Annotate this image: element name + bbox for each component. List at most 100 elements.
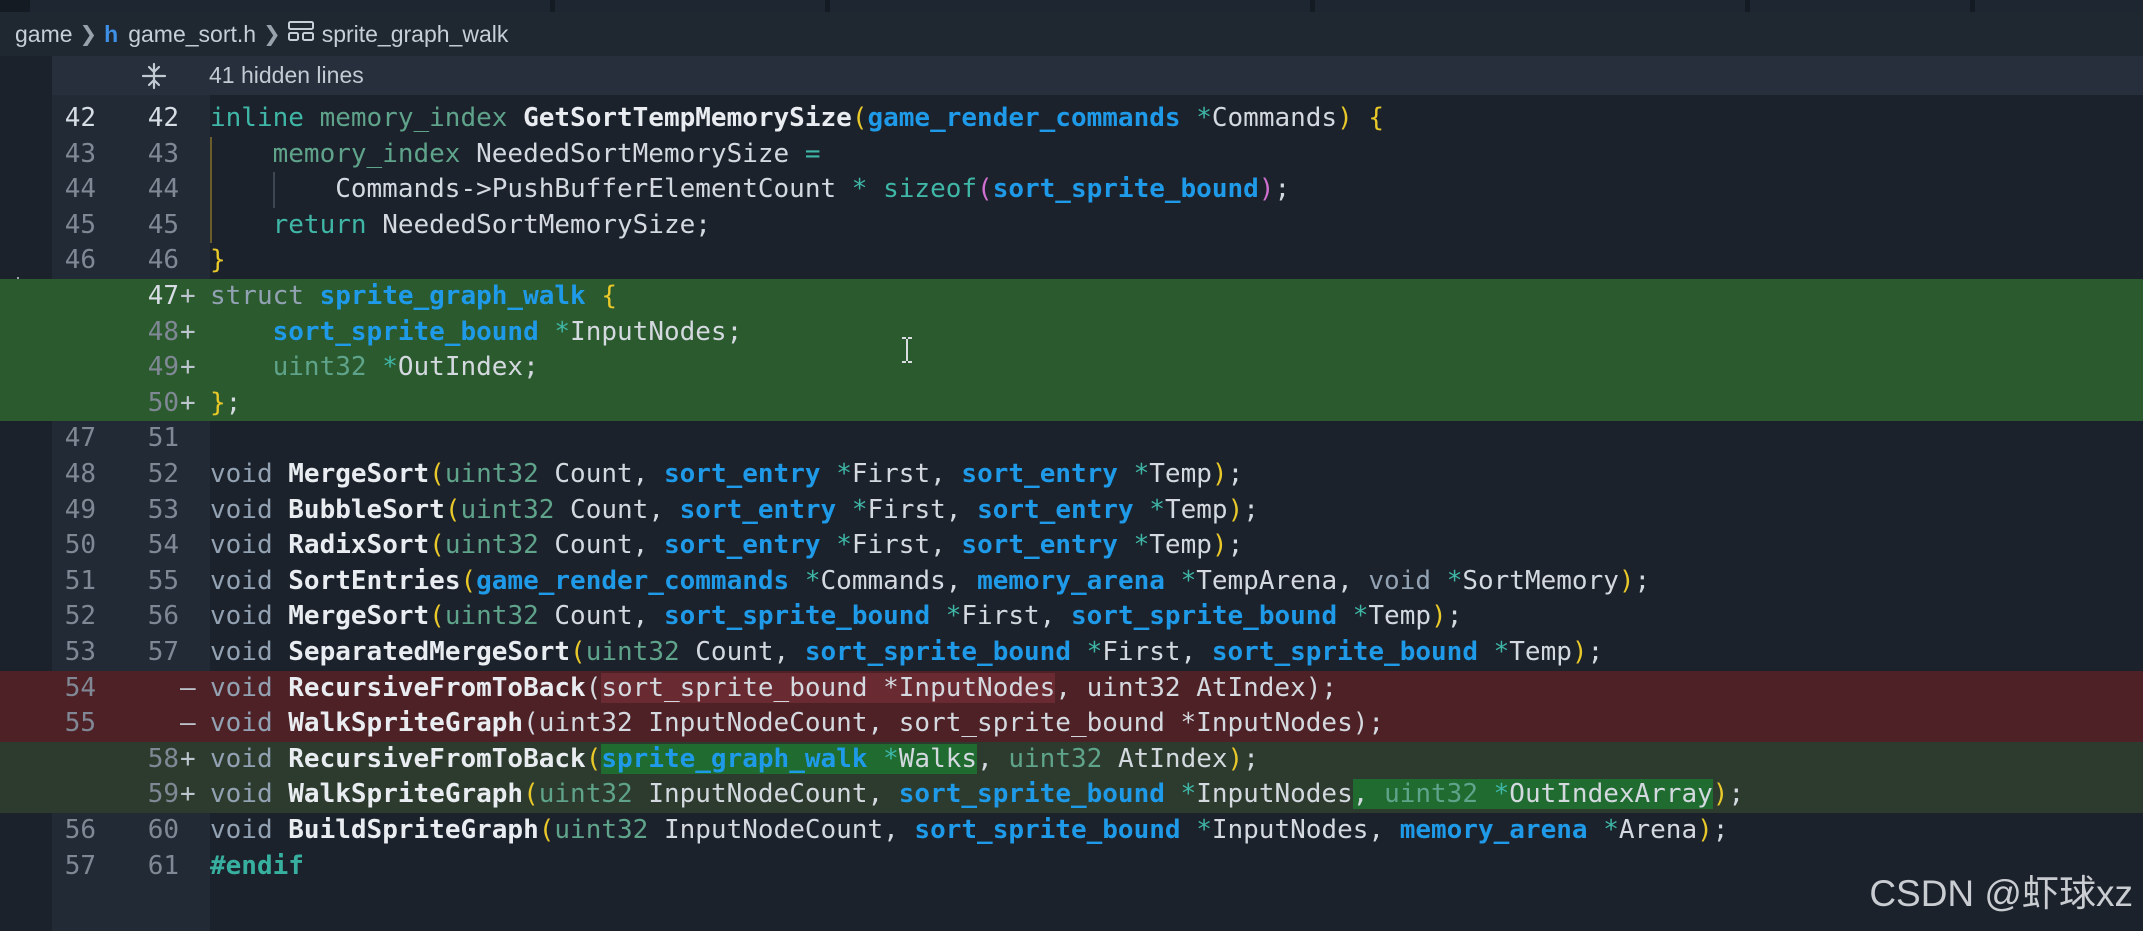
code-line[interactable]: 51 55 void SortEntries(game_render_command… (0, 564, 2143, 600)
code-token: sort_sprite_bound (914, 815, 1181, 845)
deleted-line[interactable]: 54 — void RecursiveFromToBack(sort_sprite_… (0, 670, 2143, 707)
code-text[interactable]: void MergeSort(uint32 Count, sort_entry … (210, 457, 1243, 493)
code-text[interactable]: Commands->PushBufferElementCount * sizeo… (210, 172, 1290, 208)
code-token: uint32 (538, 779, 633, 810)
old-line-number: 53 (64, 637, 96, 667)
old-line-number: 42 (64, 103, 96, 133)
tab[interactable] (30, 0, 550, 12)
code-token: uint32 (444, 530, 539, 561)
breadcrumb-folder[interactable]: game (15, 21, 73, 48)
code-token: * (1180, 779, 1197, 810)
code-token: ; (1227, 530, 1244, 561)
code-text[interactable]: void WalkSpriteGraph(uint32 InputNodeCou… (210, 777, 1744, 813)
code-text[interactable]: void RadixSort(uint32 Count, sort_entry … (210, 528, 1243, 564)
code-line[interactable]: 45 45 return NeededSortMemorySize; (0, 207, 2143, 244)
code-token: ; (1712, 815, 1729, 845)
new-line-number: 57 (147, 637, 179, 667)
code-token: * (1493, 779, 1510, 810)
code-text[interactable]: void SortEntries(game_render_commands *C… (210, 564, 1650, 600)
hidden-lines-bar[interactable]: 41 hidden lines (52, 56, 2143, 95)
unfold-icon[interactable] (140, 62, 168, 90)
code-token: Temp (1368, 601, 1432, 632)
code-line[interactable]: 43 43 memory_index NeededSortMemorySize = (0, 136, 2143, 173)
code-text[interactable]: sort_sprite_bound *InputNodes; (210, 315, 743, 351)
old-line-number: 43 (64, 138, 96, 169)
code-line[interactable]: 42 42 inline memory_index GetSortTempMemor… (0, 101, 2143, 137)
code-token: * (1493, 637, 1510, 667)
new-line-number: 44 (147, 174, 179, 205)
code-text[interactable]: inline memory_index GetSortTempMemorySiz… (210, 101, 1384, 137)
code-token: uint32 (444, 459, 539, 489)
code-token: Count, (538, 459, 664, 489)
code-token: Temp (1149, 530, 1212, 561)
code-line[interactable]: 46 46} (0, 243, 2143, 279)
code-text[interactable]: }; (210, 386, 241, 422)
code-text[interactable]: void RecursiveFromToBack(sort_sprite_bou… (210, 671, 1337, 707)
added-line[interactable]: 58 + void RecursiveFromToBack(sprite_graph… (0, 741, 2143, 778)
code-token: inline (210, 103, 304, 133)
old-line-number: 52 (64, 601, 96, 632)
code-token: AtIndex (1102, 743, 1228, 774)
code-token: uint32 (272, 352, 367, 383)
code-line[interactable]: 56 60 void BuildSpriteGraph(uint32 InputNo… (0, 813, 2143, 849)
added-line[interactable]: 50 +}; (0, 385, 2143, 422)
breadcrumb-file[interactable]: game_sort.h (128, 21, 256, 48)
code-token: BuildSpriteGraph (288, 815, 539, 845)
code-line[interactable]: 47 51 (0, 421, 2143, 457)
code-text[interactable]: void BuildSpriteGraph(uint32 InputNodeCo… (210, 813, 1728, 849)
code-text[interactable]: void BubbleSort(uint32 Count, sort_entry… (210, 493, 1259, 529)
new-line-number: 47 (147, 281, 179, 311)
tab[interactable] (830, 0, 1310, 12)
code-line[interactable]: 48 52 void MergeSort(uint32 Count, sort_en… (0, 457, 2143, 493)
code-text[interactable]: struct sprite_graph_walk { (210, 279, 617, 315)
code-token: ( (851, 103, 868, 133)
added-line[interactable]: 59 + void WalkSpriteGraph(uint32 InputNode… (0, 777, 2143, 813)
tab[interactable] (1750, 0, 1970, 12)
code-token: Commands (1211, 103, 1338, 133)
tab[interactable] (555, 0, 825, 12)
code-token: (uint32 InputNodeCount, sort_sprite_boun… (523, 708, 1385, 739)
code-line[interactable]: 57 61 #endif (0, 849, 2143, 885)
code-token: } (210, 245, 226, 276)
code-token: sort_entry (961, 459, 1118, 489)
code-text[interactable]: } (210, 243, 226, 279)
breadcrumb-symbol[interactable]: sprite_graph_walk (322, 21, 509, 48)
tab[interactable] (1315, 0, 1745, 12)
code-text[interactable]: memory_index NeededSortMemorySize = (210, 137, 821, 173)
old-line-number: 51 (64, 565, 96, 596)
code-token: uint32 (1008, 743, 1103, 774)
code-line[interactable]: 44 44 Commands->PushBufferElementCount * … (0, 172, 2143, 208)
code-text[interactable]: #endif (210, 849, 304, 885)
code-line[interactable]: 50 54 void RadixSort(uint32 Count, sort_en… (0, 528, 2143, 564)
code-token: * (836, 530, 852, 561)
code-text[interactable]: uint32 *OutIndex; (210, 350, 539, 386)
code-text[interactable]: void RecursiveFromToBack(sprite_graph_wa… (210, 742, 1259, 778)
new-line-number: 52 (147, 459, 179, 489)
code-line[interactable]: 52 56 void MergeSort(uint32 Count, sort_sp… (0, 599, 2143, 635)
added-line[interactable]: 47 + struct sprite_graph_walk { (0, 279, 2143, 315)
code-token: * (1446, 565, 1463, 596)
code-line[interactable]: 53 57 void SeparatedMergeSort(uint32 Count… (0, 635, 2143, 671)
code-token: memory_arena (977, 565, 1165, 596)
tab[interactable] (1975, 0, 2143, 12)
added-line[interactable]: 48 + sort_sprite_bound *InputNodes; (0, 314, 2143, 351)
added-line[interactable]: 49 + uint32 *OutIndex; (0, 350, 2143, 386)
code-text[interactable]: void SeparatedMergeSort(uint32 Count, so… (210, 635, 1603, 671)
code-token: InputNodes, (1211, 815, 1400, 845)
code-text[interactable]: return NeededSortMemorySize; (210, 208, 711, 244)
code-text[interactable]: void MergeSort(uint32 Count, sort_sprite… (210, 599, 1462, 635)
code-token: * (1086, 637, 1103, 667)
code-text[interactable]: void WalkSpriteGraph(uint32 InputNodeCou… (210, 706, 1384, 742)
chevron-right-icon: ❯ (263, 22, 281, 46)
deleted-line[interactable]: 55 — void WalkSpriteGraph(uint32 InputNode… (0, 706, 2143, 742)
code-line[interactable]: 49 53 void BubbleSort(uint32 Count, sort_e… (0, 493, 2143, 529)
code-token: sort_entry (977, 494, 1134, 525)
